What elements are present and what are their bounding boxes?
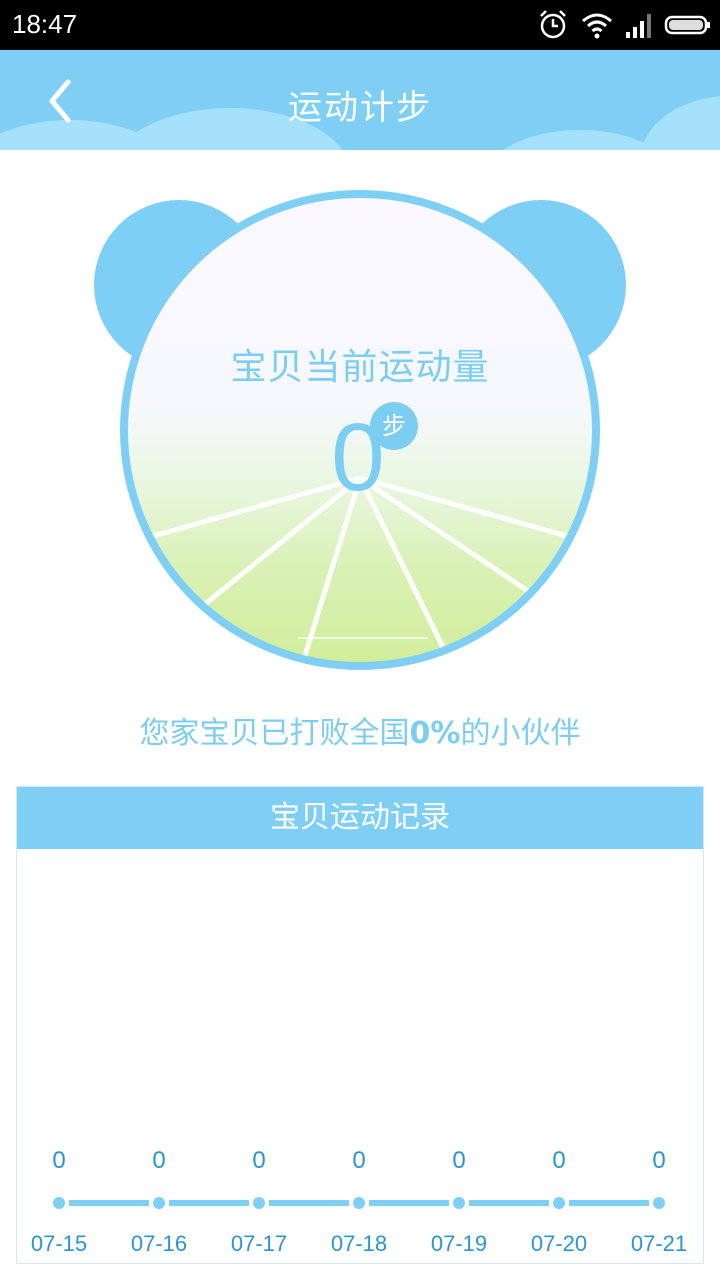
status-bar: 18:47: [0, 0, 720, 50]
daily-date-label: 07-17: [230, 1231, 288, 1256]
timeline-dot: [53, 1197, 65, 1209]
timeline-segment: [569, 1200, 649, 1206]
timeline-dot: [653, 1197, 665, 1209]
battery-icon: [664, 15, 710, 35]
daily-date-label: 07-20: [530, 1231, 588, 1256]
alarm-icon: [540, 10, 566, 39]
timeline-segment: [369, 1200, 449, 1206]
ranking-text: 您家宝贝已打败全国0%的小伙伴: [0, 708, 720, 752]
timeline-dot: [153, 1197, 165, 1209]
daily-step-value: 0: [52, 1147, 66, 1174]
activity-record-panel: 宝贝运动记录 0 07-15 0 07-16 0 07-17 0 07-18 0 07-19 0 07…: [16, 786, 704, 1264]
daily-step-value: 0: [652, 1147, 666, 1174]
daily-date-label: 07-18: [330, 1231, 388, 1256]
daily-step-value: 0: [552, 1147, 566, 1174]
timeline-segment: [269, 1200, 349, 1206]
daily-date-label: 07-21: [630, 1231, 688, 1256]
daily-date-label: 07-16: [130, 1231, 188, 1256]
app-header: 运动计步: [0, 50, 720, 150]
timeline-segment: [469, 1200, 549, 1206]
step-counter-bear: 宝贝当前运动量 0 步: [88, 190, 632, 690]
wifi-icon: [582, 13, 612, 39]
timeline-dot: [453, 1197, 465, 1209]
timeline-dot: [253, 1197, 265, 1209]
step-unit-badge: 步: [370, 402, 418, 450]
ranking-percent: 0%: [409, 716, 461, 751]
status-time: 18:47: [12, 9, 78, 39]
timeline-segment: [69, 1200, 149, 1206]
timeline-dot: [553, 1197, 565, 1209]
activity-record-title: 宝贝运动记录: [17, 787, 703, 849]
ranking-suffix: 的小伙伴: [460, 716, 581, 751]
daily-date-label: 07-19: [430, 1231, 488, 1256]
signal-icon: [626, 14, 651, 38]
timeline-dot: [353, 1197, 365, 1209]
current-activity-label: 宝贝当前运动量: [230, 347, 490, 388]
step-counter-face: 宝贝当前运动量 0 步: [120, 190, 600, 670]
daily-step-value: 0: [252, 1147, 266, 1174]
timeline-segment: [169, 1200, 249, 1206]
page-title: 运动计步: [288, 88, 432, 128]
daily-step-value: 0: [352, 1147, 366, 1174]
ranking-prefix: 您家宝贝已打败全国: [139, 716, 410, 751]
daily-step-value: 0: [452, 1147, 466, 1174]
daily-step-value: 0: [152, 1147, 166, 1174]
daily-date-label: 07-15: [30, 1231, 88, 1256]
